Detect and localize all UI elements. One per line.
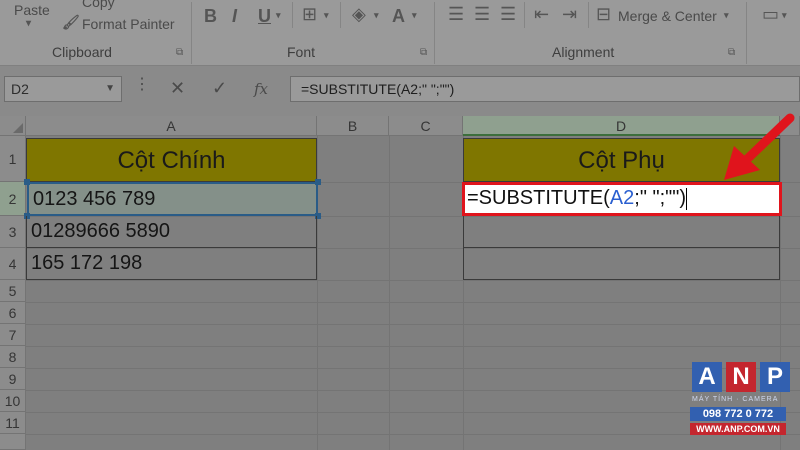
- format-painter-button[interactable]: Format Painter: [82, 16, 175, 32]
- logo-letter: P: [760, 362, 790, 392]
- ribbon-divider: [292, 2, 293, 28]
- select-all-triangle-icon: [13, 123, 23, 133]
- decrease-indent-icon[interactable]: ⇤: [534, 4, 549, 25]
- gridline: [26, 280, 800, 281]
- logo-letter: N: [726, 362, 756, 392]
- ribbon-divider: [191, 2, 192, 64]
- cell-d2-editing[interactable]: =SUBSTITUTE(A2;" ";""): [462, 182, 782, 216]
- align-center-icon[interactable]: ☰: [474, 4, 490, 25]
- cell-a4[interactable]: 165 172 198: [26, 248, 317, 280]
- anp-logo: A N P MÁY TÍNH · CAMERA 098 772 0 772 WW…: [688, 362, 790, 442]
- fill-color-icon[interactable]: ◈: [352, 4, 366, 25]
- italic-button[interactable]: I: [232, 6, 237, 27]
- enter-icon[interactable]: ✓: [212, 78, 227, 99]
- font-group-label: Font: [287, 44, 316, 60]
- align-right-icon[interactable]: ☰: [500, 4, 516, 25]
- cell-a3[interactable]: 01289666 5890: [26, 216, 317, 248]
- borders-dropdown-icon[interactable]: ▾: [324, 10, 329, 21]
- row-header[interactable]: 7: [0, 324, 26, 346]
- formula-cell-reference: A2: [609, 187, 635, 209]
- ribbon-divider: [588, 2, 589, 28]
- align-left-icon[interactable]: ☰: [448, 4, 464, 25]
- gridline: [389, 136, 390, 450]
- underline-dropdown-icon[interactable]: ▾: [276, 10, 281, 21]
- clipboard-launcher-icon[interactable]: ⧉: [176, 47, 183, 58]
- formula-prefix: =SUBSTITUTE(: [467, 187, 610, 209]
- name-box-value: D2: [11, 81, 29, 97]
- row-header[interactable]: 10: [0, 390, 26, 412]
- gridline: [26, 324, 800, 325]
- more-options-icon: ⋮: [134, 76, 150, 93]
- alignment-launcher-icon[interactable]: ⧉: [728, 47, 735, 58]
- format-painter-icon: 🖌: [62, 14, 80, 30]
- gridline: [26, 368, 800, 369]
- cancel-icon[interactable]: ✕: [170, 78, 185, 99]
- column-header-b[interactable]: B: [317, 116, 389, 136]
- formula-input[interactable]: =SUBSTITUTE(A2;" ";""): [290, 76, 800, 102]
- bold-button[interactable]: B: [204, 6, 217, 27]
- row-header[interactable]: 9: [0, 368, 26, 390]
- row-header[interactable]: 11: [0, 412, 26, 434]
- alignment-group-label: Alignment: [552, 44, 615, 60]
- paste-button[interactable]: Paste: [14, 2, 50, 18]
- copy-button[interactable]: Copy: [82, 0, 115, 10]
- clipboard-group-label: Clipboard: [52, 44, 112, 60]
- logo-letter: A: [692, 362, 722, 392]
- merge-center-icon[interactable]: ⊟: [596, 4, 611, 25]
- row-header[interactable]: 2: [0, 182, 26, 216]
- ribbon-divider: [524, 2, 525, 28]
- row-header[interactable]: 1: [0, 136, 26, 182]
- increase-indent-icon[interactable]: ⇥: [562, 4, 577, 25]
- column-header-a[interactable]: A: [26, 116, 317, 136]
- font-color-dropdown-icon[interactable]: ▾: [412, 10, 417, 21]
- logo-website: WWW.ANP.COM.VN: [690, 423, 786, 435]
- merge-dropdown-icon[interactable]: ▾: [724, 10, 729, 21]
- paste-dropdown-icon[interactable]: ▾: [26, 18, 31, 29]
- row-header[interactable]: [0, 434, 26, 450]
- ribbon-divider: [340, 2, 341, 28]
- row-header[interactable]: 8: [0, 346, 26, 368]
- formula-suffix: ;" ";""): [634, 187, 686, 209]
- red-arrow-icon: [724, 113, 795, 180]
- row-header[interactable]: 6: [0, 302, 26, 324]
- number-format-icon[interactable]: ▭: [762, 4, 779, 25]
- text-cursor: [686, 187, 687, 210]
- cell-a2[interactable]: 0123 456 789: [27, 182, 318, 216]
- underline-button[interactable]: U: [258, 6, 271, 27]
- chevron-down-icon[interactable]: ▼: [105, 83, 115, 94]
- ribbon: Paste ▾ Copy 🖌 Format Painter Clipboard …: [0, 0, 800, 66]
- borders-icon[interactable]: ⊞: [302, 4, 317, 25]
- ribbon-divider: [434, 2, 435, 64]
- cell-d3[interactable]: [463, 216, 780, 248]
- insert-function-icon[interactable]: fx: [254, 80, 268, 98]
- selection-handle[interactable]: [24, 179, 30, 185]
- logo-subtitle: MÁY TÍNH · CAMERA: [692, 396, 779, 403]
- name-box[interactable]: D2 ▼: [4, 76, 122, 102]
- gridline: [26, 412, 800, 413]
- select-all-corner[interactable]: [0, 116, 26, 136]
- selection-handle[interactable]: [315, 179, 321, 185]
- font-launcher-icon[interactable]: ⧉: [420, 47, 427, 58]
- column-header-c[interactable]: C: [389, 116, 463, 136]
- cell-a1[interactable]: Cột Chính: [26, 138, 317, 182]
- gridline: [26, 434, 800, 435]
- merge-center-button[interactable]: Merge & Center: [618, 8, 717, 24]
- gridline: [26, 302, 800, 303]
- row-header[interactable]: 4: [0, 248, 26, 280]
- row-header[interactable]: 5: [0, 280, 26, 302]
- gridline: [26, 346, 800, 347]
- logo-phone: 098 772 0 772: [690, 407, 786, 421]
- ribbon-divider: [746, 2, 747, 64]
- row-header[interactable]: 3: [0, 216, 26, 248]
- number-format-dropdown-icon[interactable]: ▾: [782, 10, 787, 21]
- font-color-button[interactable]: A: [392, 6, 405, 27]
- fill-dropdown-icon[interactable]: ▾: [374, 10, 379, 21]
- cell-d4[interactable]: [463, 248, 780, 280]
- gridline: [26, 390, 800, 391]
